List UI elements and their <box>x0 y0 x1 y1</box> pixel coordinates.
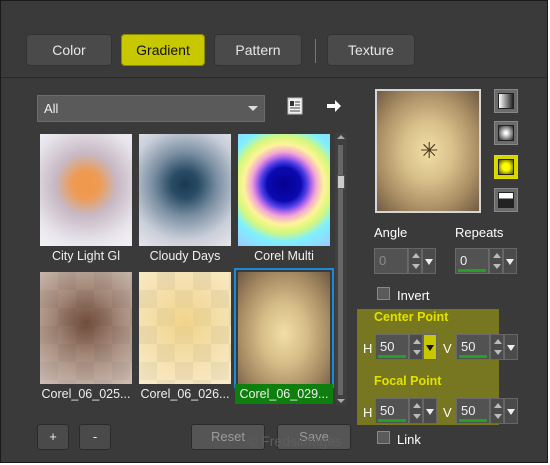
thumbnail-image <box>40 272 132 384</box>
category-dropdown-value: All <box>44 101 59 116</box>
rectangular-style-icon <box>498 125 514 141</box>
invert-label: Invert <box>397 288 430 303</box>
angle-stepper[interactable] <box>408 248 422 274</box>
thumbnail-caption: Corel Multi <box>254 249 314 263</box>
center-v-dropdown-button[interactable] <box>504 334 518 360</box>
focal-h-dropdown-button[interactable] <box>423 398 437 424</box>
thumbnail-image <box>139 134 231 246</box>
repeats-dropdown-button[interactable] <box>503 248 517 274</box>
thumbnail-caption: City Light Gl <box>51 249 121 263</box>
gradient-thumb-cloudy-days[interactable]: Cloudy Days <box>139 134 231 263</box>
focal-h-slider-bar <box>378 419 406 422</box>
scrollbar-thumb[interactable] <box>337 175 345 189</box>
focal-v-dropdown-button[interactable] <box>504 398 518 424</box>
thumbnail-caption: Corel_06_026... <box>140 387 230 401</box>
center-h-stepper[interactable] <box>409 334 423 360</box>
gradient-thumb-corel-06-029[interactable]: Corel_06_029... <box>234 268 334 404</box>
linear-style-button[interactable] <box>494 89 518 113</box>
watermark: © Fredsimages <box>247 433 343 449</box>
thumbnail-scrollbar[interactable] <box>335 133 347 405</box>
thumbnail-caption: Corel_06_029... <box>235 384 333 404</box>
category-dropdown[interactable]: All <box>37 95 265 122</box>
thumbnail-image <box>40 134 132 246</box>
focal-point-title: Focal Point <box>374 374 442 388</box>
link-checkbox[interactable] <box>377 431 390 444</box>
center-v-label: V <box>443 341 452 356</box>
center-h-slider-bar <box>378 355 406 358</box>
repeats-stepper[interactable] <box>489 248 503 274</box>
radial-style-button[interactable] <box>494 155 518 179</box>
linear-style-icon <box>498 93 514 109</box>
thumbnail-image <box>238 134 330 246</box>
focal-h-label: H <box>363 405 373 420</box>
radial-style-icon <box>498 159 514 175</box>
gradient-preview[interactable]: ✳ <box>375 89 481 213</box>
center-h-label: H <box>363 341 373 356</box>
gradient-dialog: Color Gradient Pattern Texture All City … <box>0 0 548 463</box>
remove-button[interactable]: - <box>79 424 111 450</box>
thumbnail-caption: Corel_06_025... <box>41 387 131 401</box>
thumbnail-image <box>139 272 231 384</box>
tab-texture[interactable]: Texture <box>327 34 415 66</box>
center-h-dropdown-button[interactable] <box>423 334 437 360</box>
sunburst-style-button[interactable] <box>494 188 518 212</box>
tab-divider <box>315 39 316 63</box>
center-point-title: Center Point <box>374 310 449 324</box>
thumbnail-caption: Cloudy Days <box>149 249 221 263</box>
focal-v-label: V <box>443 405 452 420</box>
repeats-label: Repeats <box>455 225 504 240</box>
repeats-slider-bar <box>458 269 486 272</box>
focal-h-stepper[interactable] <box>409 398 423 424</box>
arrow-right-icon[interactable] <box>325 97 343 115</box>
center-v-stepper[interactable] <box>490 334 504 360</box>
focal-v-stepper[interactable] <box>490 398 504 424</box>
tab-gradient[interactable]: Gradient <box>121 34 205 66</box>
angle-label: Angle <box>374 225 408 240</box>
tab-bar-divider <box>1 77 547 78</box>
gradient-thumb-corel-06-026[interactable]: Corel_06_026... <box>139 272 231 401</box>
scroll-up-icon[interactable] <box>337 135 345 139</box>
add-button[interactable]: + <box>37 424 69 450</box>
link-label: Link <box>397 432 421 447</box>
rectangular-style-button[interactable] <box>494 121 518 145</box>
center-v-slider-bar <box>459 355 487 358</box>
chevron-down-icon <box>248 106 258 111</box>
sunburst-style-icon <box>498 192 514 208</box>
center-point-icon: ✳ <box>420 138 439 163</box>
angle-dropdown-button[interactable] <box>422 248 436 274</box>
angle-input[interactable]: 0 <box>374 248 408 274</box>
focal-v-slider-bar <box>459 419 487 422</box>
tab-pattern[interactable]: Pattern <box>214 34 302 66</box>
gradient-thumb-corel-06-025[interactable]: Corel_06_025... <box>40 272 132 401</box>
scroll-down-icon[interactable] <box>337 399 345 403</box>
invert-checkbox[interactable] <box>377 287 390 300</box>
gradient-thumb-corel-multi[interactable]: Corel Multi <box>238 134 330 263</box>
library-icon[interactable] <box>286 97 304 115</box>
thumbnail-image <box>238 272 330 384</box>
tab-color[interactable]: Color <box>26 34 112 66</box>
gradient-thumb-city-light[interactable]: City Light Gl <box>40 134 132 263</box>
